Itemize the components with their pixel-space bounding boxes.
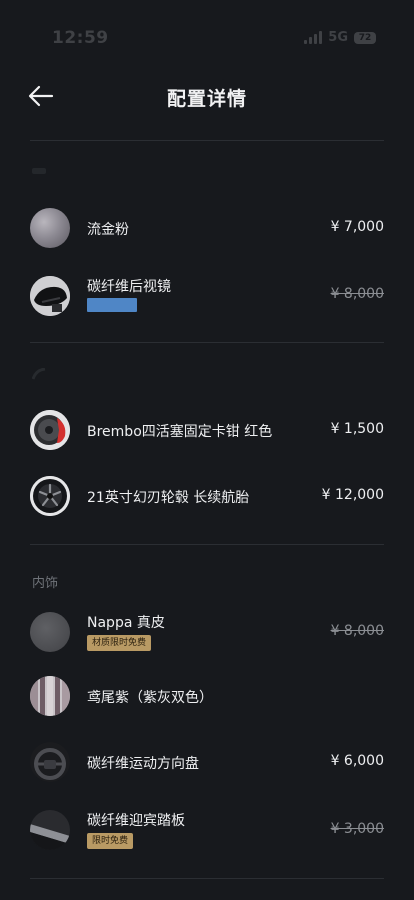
item-name: 碳纤维迎宾踏板 bbox=[87, 813, 185, 829]
mirror-icon bbox=[30, 276, 70, 316]
color-chip bbox=[87, 298, 137, 312]
list-item[interactable]: 流金粉 ¥ 7,000 bbox=[0, 202, 414, 252]
list-item[interactable]: 21英寸幻刃轮毂 长续航胎 ¥ 12,000 bbox=[0, 470, 414, 520]
page-title: 配置详情 bbox=[166, 88, 247, 110]
list-item[interactable]: 鸢尾紫（紫灰双色） bbox=[0, 670, 414, 720]
page-header: 配置详情 bbox=[0, 70, 414, 124]
divider bbox=[30, 878, 384, 879]
status-bar: 12:59 5G 72 bbox=[0, 0, 414, 70]
network-type: 5G bbox=[328, 30, 348, 45]
item-price: ¥ 7,000 bbox=[330, 219, 384, 235]
divider bbox=[30, 140, 384, 141]
leather-swatch-icon bbox=[30, 612, 70, 652]
promo-tag: 材质限时免费 bbox=[87, 635, 152, 651]
list-item[interactable]: 碳纤维运动方向盘 ¥ 6,000 bbox=[0, 736, 414, 786]
list-item[interactable]: Brembo四活塞固定卡钳 红色 ¥ 1,500 bbox=[0, 404, 414, 454]
item-name: 鸢尾紫（紫灰双色） bbox=[87, 690, 213, 706]
divider bbox=[30, 342, 384, 343]
section-label-interior: 内饰 bbox=[32, 576, 59, 591]
paint-swatch-icon bbox=[30, 208, 70, 248]
item-name: 碳纤维后视镜 bbox=[87, 279, 171, 295]
item-price: ¥ 12,000 bbox=[321, 487, 384, 503]
item-name: Brembo四活塞固定卡钳 红色 bbox=[87, 424, 273, 440]
section-label-wheels bbox=[31, 367, 46, 383]
status-time: 12:59 bbox=[52, 28, 109, 48]
status-indicators: 5G 72 bbox=[304, 30, 376, 45]
item-name: 碳纤维运动方向盘 bbox=[87, 756, 199, 772]
interior-color-icon bbox=[30, 676, 70, 716]
door-sill-icon bbox=[30, 810, 70, 850]
item-price-original: ¥ 3,000 bbox=[330, 821, 384, 837]
item-name: 21英寸幻刃轮毂 长续航胎 bbox=[87, 490, 250, 506]
item-price-original: ¥ 8,000 bbox=[330, 623, 384, 639]
item-name: Nappa 真皮 bbox=[87, 615, 165, 631]
list-item[interactable]: 碳纤维后视镜 ¥ 8,000 bbox=[0, 270, 414, 320]
promo-tag: 限时免费 bbox=[87, 833, 134, 849]
item-price: ¥ 1,500 bbox=[330, 421, 384, 437]
item-name: 流金粉 bbox=[87, 222, 129, 238]
section-label-exterior bbox=[32, 166, 46, 179]
wheel-icon bbox=[30, 476, 70, 516]
list-item[interactable]: Nappa 真皮 材质限时免费 ¥ 8,000 bbox=[0, 606, 414, 656]
divider bbox=[30, 544, 384, 545]
steering-wheel-icon bbox=[30, 742, 70, 782]
item-price: ¥ 6,000 bbox=[330, 753, 384, 769]
list-item[interactable]: 碳纤维迎宾踏板 限时免费 ¥ 3,000 bbox=[0, 804, 414, 854]
brake-caliper-icon bbox=[30, 410, 70, 450]
item-price-original: ¥ 8,000 bbox=[330, 286, 384, 302]
battery-icon: 72 bbox=[354, 31, 376, 44]
signal-icon bbox=[304, 31, 323, 44]
